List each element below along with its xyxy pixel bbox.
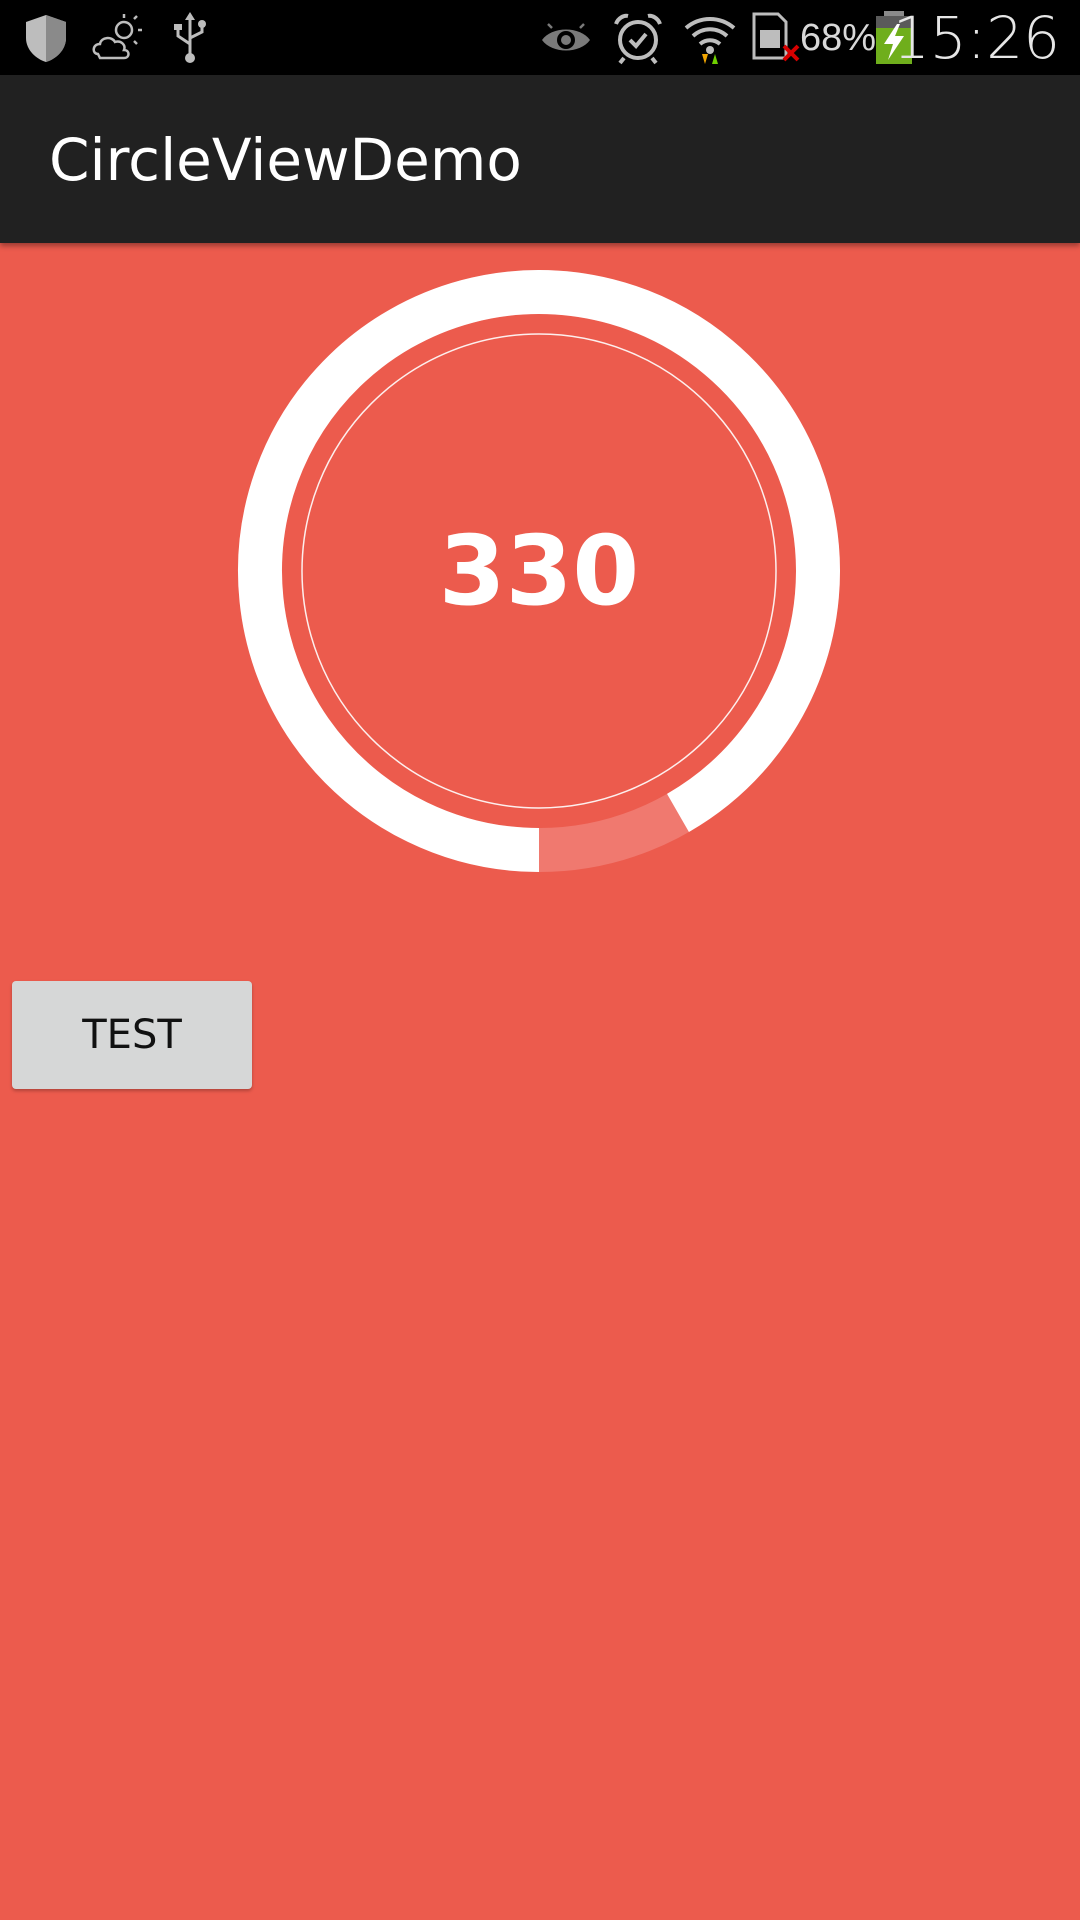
app-title: CircleViewDemo — [49, 126, 522, 194]
battery-percent: 68% — [800, 17, 877, 59]
status-bar: 68% 15:26 — [0, 0, 1080, 75]
sim-error-icon — [752, 12, 800, 62]
action-bar: CircleViewDemo — [0, 75, 1080, 243]
shield-icon — [26, 15, 66, 62]
circle-progress-view: 330 — [236, 268, 842, 874]
usb-icon — [174, 12, 206, 63]
partly-cloudy-icon — [92, 14, 142, 60]
test-button[interactable]: TEST — [12, 981, 252, 1089]
wifi-icon — [684, 17, 736, 64]
status-time: 15:26 — [892, 4, 1060, 72]
eye-icon — [542, 23, 590, 51]
alarm-clock-icon — [614, 13, 662, 65]
circle-value-text: 330 — [438, 515, 640, 627]
